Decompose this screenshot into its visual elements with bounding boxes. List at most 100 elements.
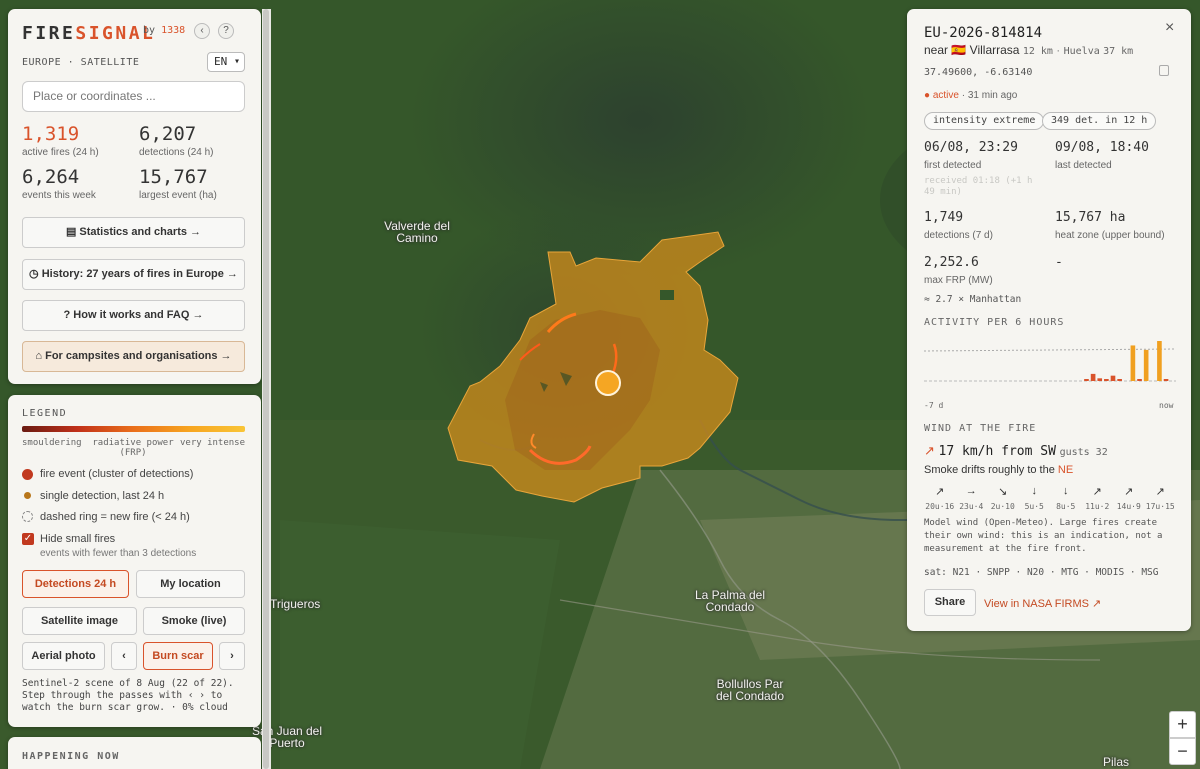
intensity-badge: intensity extreme [924,112,1045,130]
last-detected-value: 09/08, 18:40 [1055,140,1149,155]
satellite-image-button[interactable]: Satellite image [22,607,137,635]
forecast-arrow-icon: ↘ [998,486,1008,498]
forecast-label: 14u·9 [1116,502,1141,511]
stat-largest-event: 15,767 largest event (ha) [139,166,217,201]
activity-bar [1084,379,1089,381]
faq-button[interactable]: ? How it works and FAQ → [22,300,245,331]
detections-7d-value: 1,749 [924,210,964,225]
close-button[interactable]: × [1165,19,1174,37]
sentinel-note: Sentinel-2 scene of 8 Aug (22 of 22). St… [22,678,234,713]
forecast-arrow-icon: ↗ [1092,486,1102,498]
activity-bar [1163,379,1169,381]
activity-left-label: -7 d [924,401,944,410]
legend-panel: LEGEND smouldering radiative power (FRP)… [8,395,261,727]
near-line: near 🇪🇸 Villarrasa 12 km · Huelva 37 km [924,43,1134,57]
smoke-live-button[interactable]: Smoke (live) [143,607,245,635]
burn-scar-button[interactable]: Burn scar [143,642,213,670]
my-location-button[interactable]: My location [136,570,245,598]
first-detected-label: first detected [924,160,982,171]
legend-fire-event: fire event (cluster of detections) [40,468,194,480]
hide-small-checkbox[interactable]: ✓ [22,533,34,545]
happening-title: HAPPENING NOW [22,751,120,762]
first-detected-value: 06/08, 23:29 [924,140,1018,155]
heat-zone-label: heat zone (upper bound) [1055,230,1165,241]
region-label: EUROPE · SATELLITE [22,57,140,68]
copy-icon[interactable] [1159,65,1169,76]
forecast-label: 11u·2 [1085,502,1110,511]
forecast-label: 8u·5 [1056,502,1076,511]
campsites-button[interactable]: ⌂ For campsites and organisations → [22,341,245,372]
activity-chart [924,341,1176,382]
activity-bar [1104,379,1109,381]
active-dot-icon: ● [924,90,931,101]
scale-right-label: very intense [180,438,246,448]
brand-by: by 1338 [143,25,186,36]
forecast-label: 5u·5 [1024,502,1044,511]
scale-mid-label: radiative power (FRP) [92,438,174,458]
help-button[interactable]: ? [218,23,234,39]
share-button[interactable]: Share [924,589,976,616]
fire-event-dot-icon [22,469,33,480]
activity-bar [1137,379,1142,381]
single-detection-dot-icon [24,492,31,499]
prev-pass-button[interactable]: ‹ [111,642,137,670]
forecast-arrow-icon: ↗ [1155,486,1165,498]
coordinates: 37.49600, -6.63140 [924,67,1033,78]
forecast-label: 23u·4 [959,502,984,511]
activity-bar [1110,375,1116,381]
panel-scroll-thumb[interactable] [263,9,269,769]
activity-right-label: now [1159,401,1174,410]
status-line: ● active · 31 min ago [924,90,1018,101]
legend-dashed-ring: dashed ring = new fire (< 24 h) [40,511,190,523]
activity-trend-line [924,348,1176,352]
activity-bar [1117,379,1122,381]
activity-bar [1097,378,1103,381]
wind-forecast: ↗ 20u·16 → 23u·4 ↘ 2u·10 ↓ 5u·5 ↓ 8u·5 ↗ 11u·2 ↗ 14u·… [924,485,1176,517]
forecast-label: 17u·15 [1145,502,1175,511]
scale-left-label: smouldering [22,438,82,448]
map-label-la-palma: La Palma del Condado [694,588,766,614]
nasa-firms-link[interactable]: View in NASA FIRMS ↗ [984,597,1101,610]
frp-dash: - [1055,255,1063,270]
happening-now-panel: HAPPENING NOW [8,737,261,769]
forecast-arrow-icon: ↗ [1124,486,1134,498]
history-button[interactable]: ◷ History: 27 years of fires in Europe → [22,259,245,290]
next-pass-button[interactable]: › [219,642,245,670]
stat-active-fires: 1,319 active fires (24 h) [22,123,99,158]
event-id: EU-2026-814814 [924,25,1043,41]
search-input[interactable]: Place or coordinates ... [22,81,245,112]
forecast-label: 2u·10 [990,502,1015,511]
brand-logo: FIRESIGNAL [22,23,156,44]
detections-7d-label: detections (7 d) [924,230,993,241]
hide-small-label[interactable]: Hide small fires [40,533,115,545]
map-label-pilas: Pilas [1102,755,1129,769]
smoke-line: Smoke drifts roughly to the NE [924,464,1074,476]
activity-bar [1090,373,1096,381]
detections-24h-button[interactable]: Detections 24 h [22,570,129,598]
back-button[interactable]: ‹ [194,23,210,39]
zoom-out-button[interactable]: − [1169,738,1196,765]
received-note: received 01:18 (+1 h 49 min) [924,176,1033,197]
stat-events-week: 6,264 events this week [22,166,96,201]
activity-bar [1157,341,1162,381]
statistics-button[interactable]: ▤ Statistics and charts → [22,217,245,248]
forecast-label: 20u·16 [925,502,955,511]
legend-title: LEGEND [22,408,68,419]
legend-single-detection: single detection, last 24 h [40,490,165,502]
stat-detections: 6,207 detections (24 h) [139,123,214,158]
hide-small-sub: events with fewer than 3 detections [40,548,197,559]
map-label-bollullos: Bollullos Par del Condado [715,677,785,703]
dashed-ring-icon [22,511,33,522]
activity-bar [1143,349,1149,381]
wind-title: WIND AT THE FIRE [924,423,1037,434]
language-select[interactable]: EN ▾ [207,52,245,72]
last-detected-label: last detected [1055,160,1112,171]
wind-note: Model wind (Open-Meteo). Large fires cre… [924,518,1163,554]
aerial-photo-button[interactable]: Aerial photo [22,642,105,670]
activity-bar [1130,345,1136,381]
frp-gradient-bar [22,426,245,432]
max-frp-label: max FRP (MW) [924,275,993,286]
zoom-in-button[interactable]: + [1169,711,1196,738]
forecast-arrow-icon: ↓ [1063,485,1069,497]
heat-zone-value: 15,767 ha [1055,210,1126,225]
